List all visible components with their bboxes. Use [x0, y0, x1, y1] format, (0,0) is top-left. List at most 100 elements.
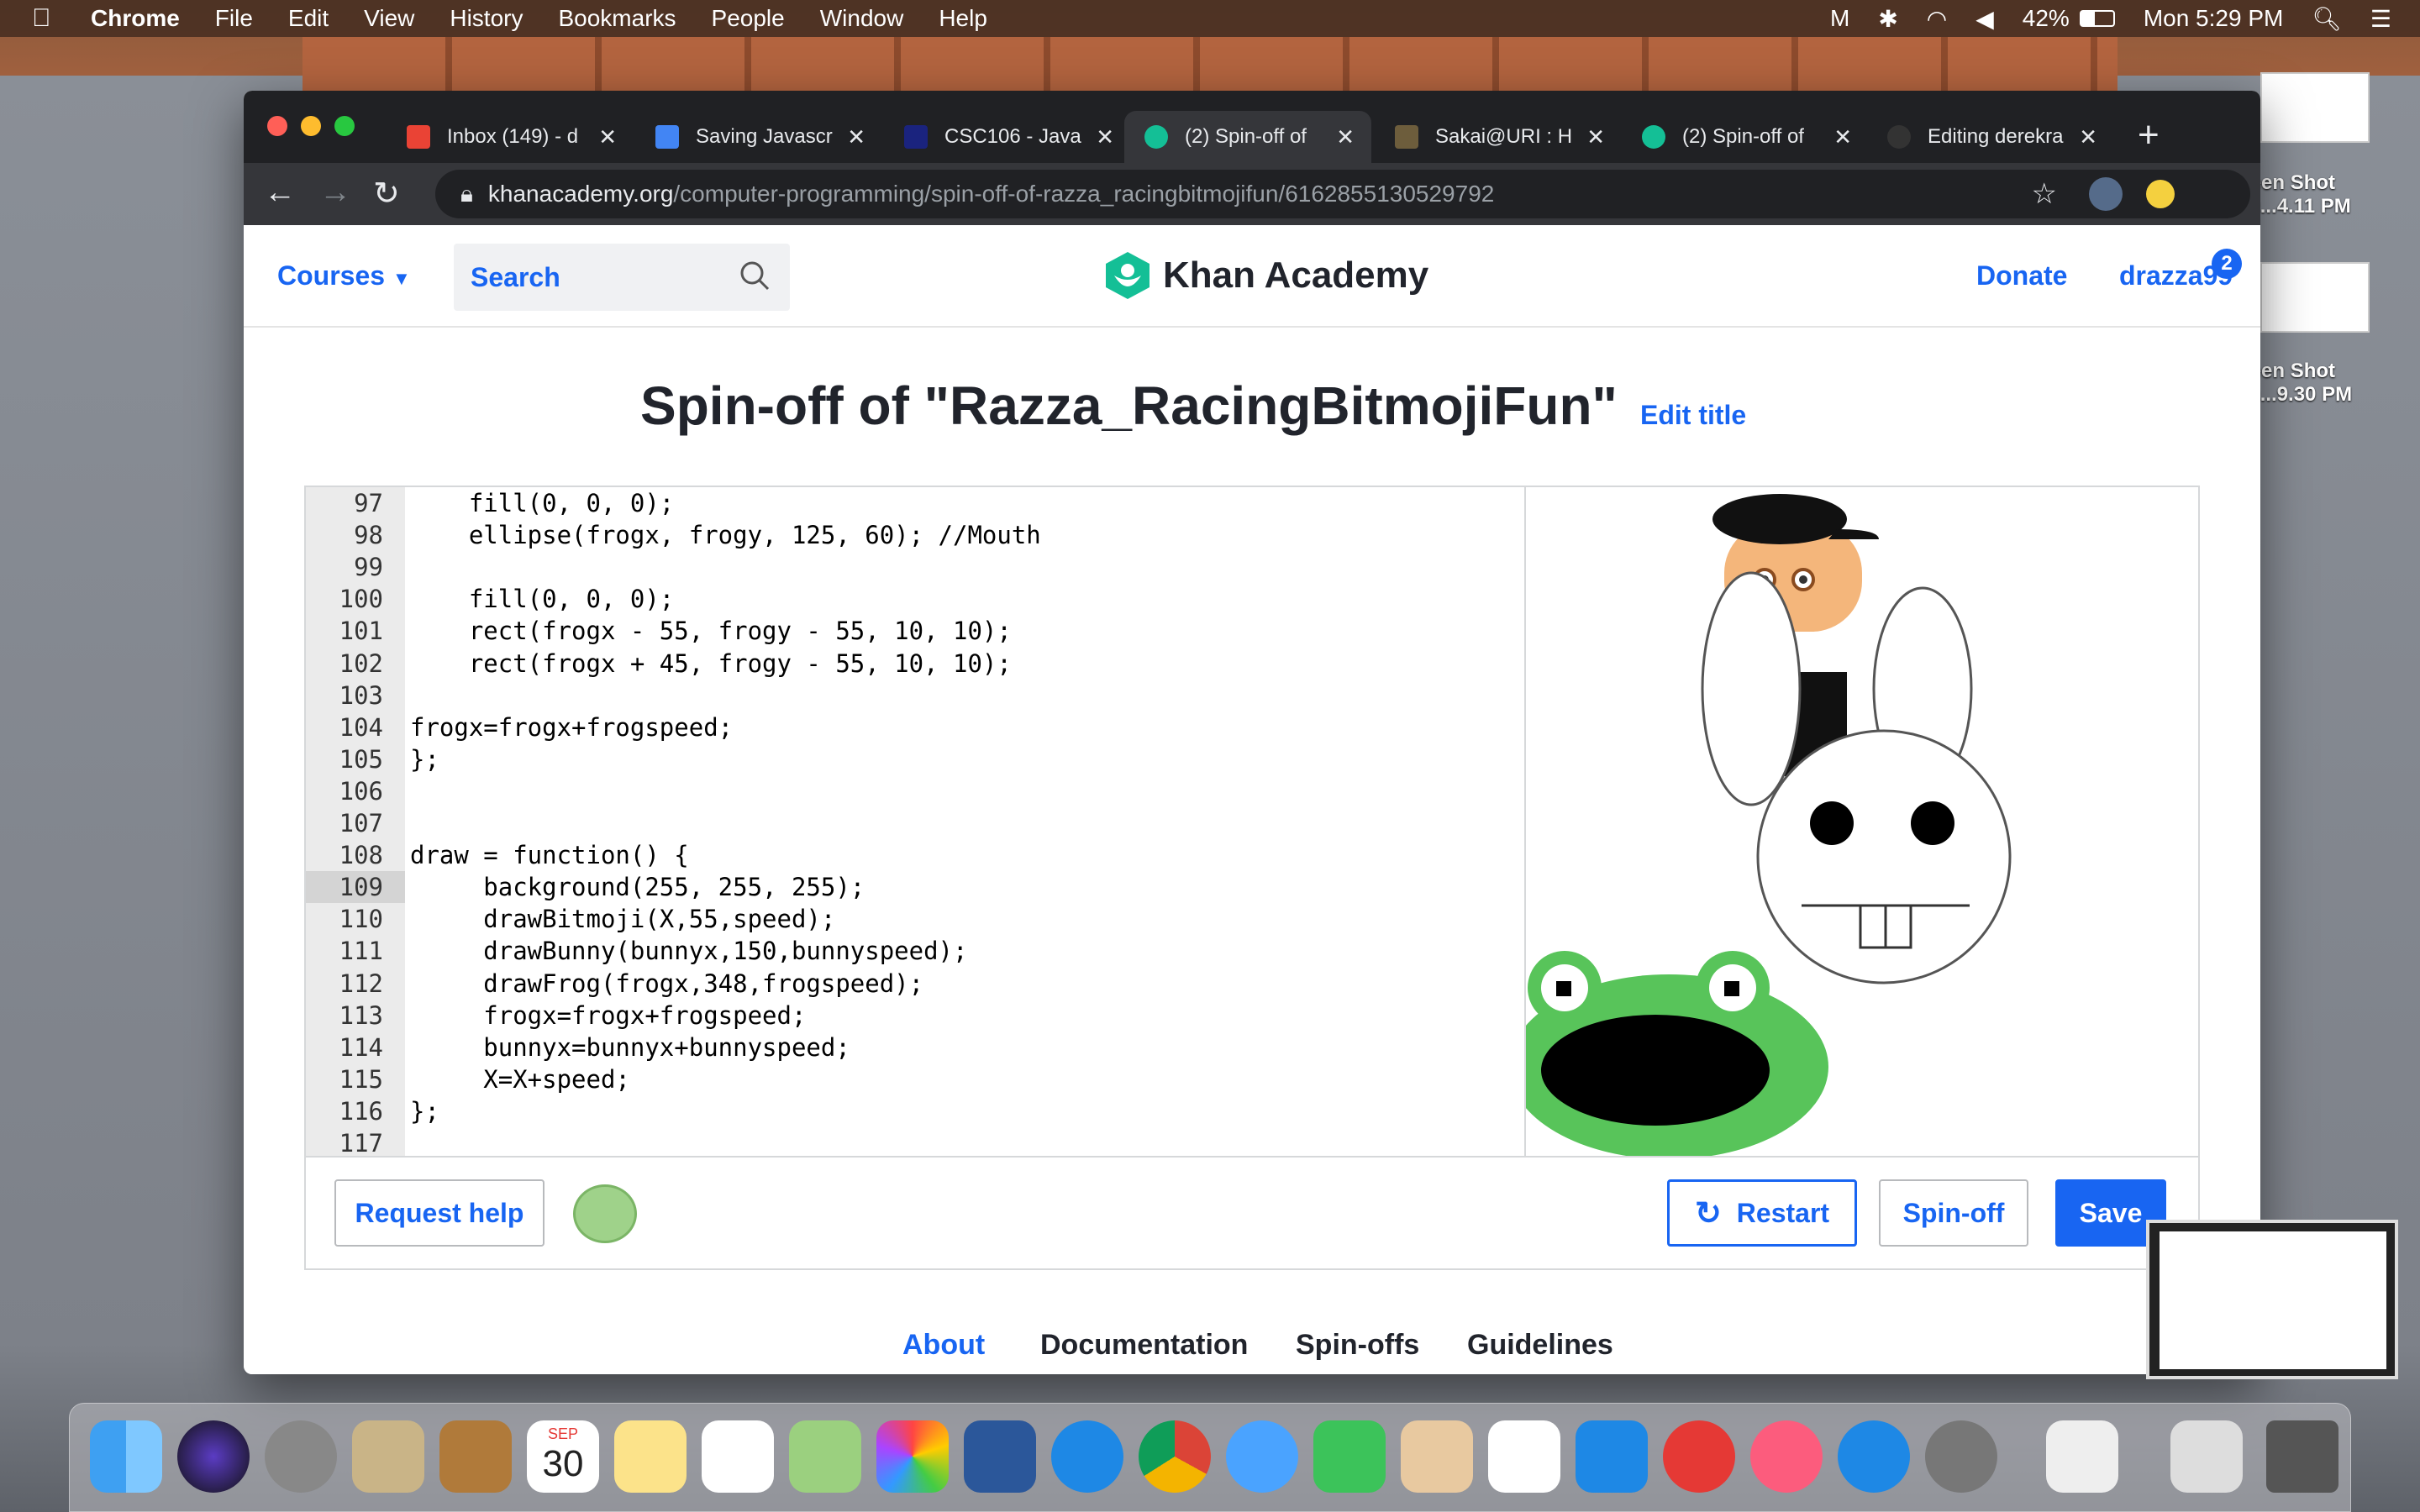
tab-documentation[interactable]: Documentation: [1040, 1329, 1248, 1362]
notification-badge[interactable]: 2: [2212, 249, 2242, 279]
notes-icon[interactable]: [614, 1420, 687, 1493]
desktop-screenshot-file[interactable]: [2260, 262, 2370, 333]
code-line[interactable]: 107: [306, 807, 1524, 839]
facetime-icon[interactable]: [1313, 1420, 1386, 1493]
avatar[interactable]: [573, 1184, 637, 1243]
code-line[interactable]: 111 drawBunny(bunnyx,150,bunnyspeed);: [306, 935, 1524, 967]
music-icon[interactable]: [1750, 1420, 1823, 1493]
bookmark-star-icon[interactable]: ☆: [2032, 177, 2057, 211]
safari-icon[interactable]: [1051, 1420, 1123, 1493]
minimize-window-button[interactable]: [301, 116, 321, 136]
maps-icon[interactable]: [789, 1420, 861, 1493]
battery-icon[interactable]: [2079, 10, 2115, 27]
code-line[interactable]: 103: [306, 680, 1524, 711]
reminders-icon[interactable]: [702, 1420, 774, 1493]
trash-icon[interactable]: [2266, 1420, 2338, 1493]
browser-tab[interactable]: Saving Javascr ✕: [635, 111, 882, 163]
spotlight-icon[interactable]: 🔍︎: [2312, 5, 2342, 33]
notification-center-icon[interactable]: ☰: [2370, 5, 2391, 33]
courses-menu[interactable]: Courses ▼: [277, 260, 411, 291]
word-icon[interactable]: [964, 1420, 1036, 1493]
code-line[interactable]: 105};: [306, 743, 1524, 775]
system-preferences-icon[interactable]: [1925, 1420, 1997, 1493]
pages-icon[interactable]: [1401, 1420, 1473, 1493]
menu-bookmarks[interactable]: Bookmarks: [558, 5, 676, 32]
spin-off-button[interactable]: Spin-off: [1879, 1179, 2028, 1247]
khan-academy-logo[interactable]: Khan Academy: [1104, 250, 1428, 301]
code-line[interactable]: 117: [306, 1127, 1524, 1156]
code-line[interactable]: 113 frogx=frogx+frogspeed;: [306, 1000, 1524, 1032]
keynote-icon[interactable]: [1576, 1420, 1648, 1493]
code-editor[interactable]: 97 fill(0, 0, 0); 98 ellipse(frogx, frogy…: [304, 486, 1524, 1158]
code-line[interactable]: 114 bunnyx=bunnyx+bunnyspeed;: [306, 1032, 1524, 1063]
menu-edit[interactable]: Edit: [288, 5, 329, 32]
menu-file[interactable]: File: [215, 5, 253, 32]
contacts-icon[interactable]: [439, 1420, 512, 1493]
edit-title-link[interactable]: Edit title: [1640, 400, 1746, 431]
mail-icon[interactable]: [352, 1420, 424, 1493]
browser-tab[interactable]: Sakai@URI : H ✕: [1375, 111, 1622, 163]
battery-percent[interactable]: 42%: [2023, 5, 2070, 32]
wifi-icon[interactable]: ◠: [1927, 5, 1947, 33]
code-line[interactable]: 116};: [306, 1095, 1524, 1127]
menu-app-name[interactable]: Chrome: [91, 5, 180, 32]
close-window-button[interactable]: [267, 116, 287, 136]
close-tab-icon[interactable]: ✕: [1586, 124, 1605, 150]
forward-icon[interactable]: →: [319, 175, 351, 211]
profile-avatar-icon[interactable]: [2089, 177, 2123, 211]
program-output-canvas[interactable]: [1524, 486, 2200, 1158]
launchpad-icon[interactable]: [265, 1420, 337, 1493]
url-bar[interactable]: 🔒︎ khanacademy.org/computer-programming/…: [435, 170, 2250, 218]
new-tab-icon[interactable]: +: [2138, 114, 2160, 156]
code-line[interactable]: 112 drawFrog(frogx,348,frogspeed);: [306, 968, 1524, 1000]
menu-window[interactable]: Window: [820, 5, 904, 32]
code-line[interactable]: 109 background(255, 255, 255);: [306, 871, 1524, 904]
menu-view[interactable]: View: [364, 5, 414, 32]
apple-icon[interactable]: : [32, 4, 79, 33]
code-line[interactable]: 110 drawBitmoji(X,55,speed);: [306, 903, 1524, 935]
reload-icon[interactable]: ↻: [373, 175, 400, 213]
close-tab-icon[interactable]: ✕: [847, 124, 865, 150]
messages-icon[interactable]: [1226, 1420, 1298, 1493]
menu-people[interactable]: People: [712, 5, 785, 32]
news-icon[interactable]: [1663, 1420, 1735, 1493]
close-tab-icon[interactable]: ✕: [2079, 124, 2097, 150]
search-input[interactable]: Search: [454, 244, 790, 311]
browser-tab[interactable]: (2) Spin-off of ✕: [1622, 111, 1869, 163]
close-tab-icon[interactable]: ✕: [1336, 124, 1355, 150]
browser-tab-active[interactable]: (2) Spin-off of ✕: [1124, 111, 1371, 163]
gmail-status-icon[interactable]: M: [1830, 5, 1849, 32]
browser-tab[interactable]: CSC106 - Java ✕: [884, 111, 1131, 163]
tab-spin-offs[interactable]: Spin-offs: [1296, 1329, 1419, 1362]
extension-icon[interactable]: [2146, 180, 2175, 208]
browser-tab[interactable]: Inbox (149) - d ✕: [387, 111, 634, 163]
code-line[interactable]: 99: [306, 551, 1524, 583]
textedit-icon[interactable]: [2046, 1420, 2118, 1493]
calendar-icon[interactable]: SEP 30: [527, 1420, 599, 1493]
code-line[interactable]: 100 fill(0, 0, 0);: [306, 583, 1524, 615]
request-help-button[interactable]: Request help: [334, 1179, 544, 1247]
code-line[interactable]: 102 rect(frogx + 45, frogy - 55, 10, 10)…: [306, 648, 1524, 680]
browser-tab[interactable]: Editing derekra ✕: [1867, 111, 2114, 163]
code-line[interactable]: 101 rect(frogx - 55, frogy - 55, 10, 10)…: [306, 615, 1524, 647]
siri-icon[interactable]: [177, 1420, 250, 1493]
screenshot-preview-thumbnail[interactable]: [2146, 1220, 2398, 1379]
code-line[interactable]: 97 fill(0, 0, 0);: [306, 487, 1524, 519]
zoom-window-button[interactable]: [334, 116, 355, 136]
numbers-icon[interactable]: [1488, 1420, 1560, 1493]
close-tab-icon[interactable]: ✕: [1833, 124, 1852, 150]
code-line[interactable]: 104 frogx=frogx+frogspeed;: [306, 711, 1524, 743]
downloads-stack-icon[interactable]: [2170, 1420, 2243, 1493]
bluetooth-icon[interactable]: ✱: [1878, 5, 1897, 33]
app-store-icon[interactable]: [1838, 1420, 1910, 1493]
chrome-icon[interactable]: [1139, 1420, 1211, 1493]
code-line[interactable]: 106: [306, 775, 1524, 807]
volume-icon[interactable]: ◀: [1975, 5, 1994, 33]
code-line[interactable]: 98 ellipse(frogx, frogy, 125, 60); //Mou…: [306, 519, 1524, 551]
close-tab-icon[interactable]: ✕: [1096, 124, 1114, 150]
code-line[interactable]: 115 X=X+speed;: [306, 1063, 1524, 1095]
back-icon[interactable]: ←: [264, 175, 296, 211]
restart-button[interactable]: ↻ Restart: [1667, 1179, 1857, 1247]
clock[interactable]: Mon 5:29 PM: [2144, 5, 2284, 32]
finder-icon[interactable]: [90, 1420, 162, 1493]
